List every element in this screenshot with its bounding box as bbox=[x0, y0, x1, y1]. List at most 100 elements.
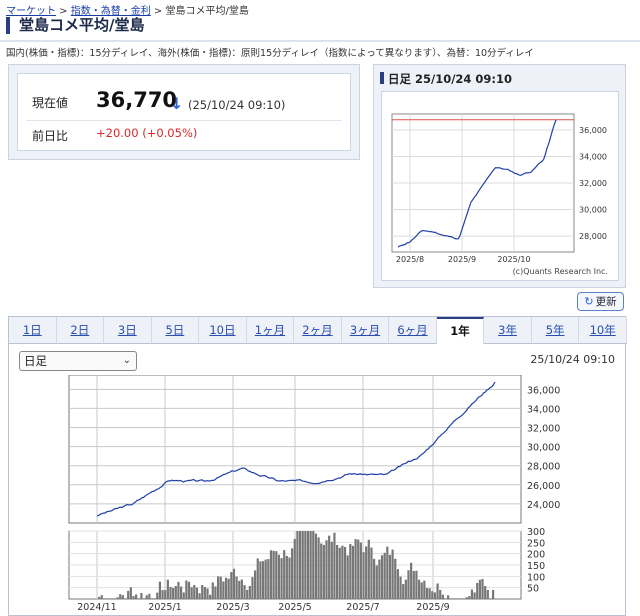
volume-bar bbox=[357, 539, 360, 599]
volume-bar bbox=[423, 580, 426, 599]
tab-10[interactable]: 3年 bbox=[484, 317, 532, 344]
volume-bar bbox=[269, 550, 273, 599]
tab-0[interactable]: 1日 bbox=[9, 317, 57, 344]
chevron-down-icon: ⌄ bbox=[122, 355, 131, 366]
volume-bar bbox=[380, 555, 384, 599]
price-y-tick-label: 32,000 bbox=[527, 424, 560, 435]
tab-9[interactable]: 1年 bbox=[436, 317, 485, 344]
volume-bar bbox=[100, 595, 103, 599]
quote-panel: 現在値 36,770 ↓ (25/10/24 09:10) 前日比 +20.00… bbox=[8, 64, 360, 160]
volume-bar bbox=[391, 549, 394, 599]
mini-y-tick-label: 28,000 bbox=[579, 232, 607, 241]
volume-bar bbox=[280, 558, 283, 599]
volume-bar bbox=[394, 558, 397, 599]
volume-bar bbox=[410, 562, 413, 599]
volume-bar bbox=[304, 531, 307, 599]
volume-bar bbox=[158, 581, 162, 599]
volume-bar bbox=[211, 582, 214, 599]
volume-bar bbox=[433, 592, 437, 599]
volume-bar bbox=[338, 547, 341, 599]
tab-8[interactable]: 6ヶ月 bbox=[389, 317, 437, 344]
volume-bar bbox=[325, 540, 328, 599]
volume-y-tick-label: 300 bbox=[527, 527, 545, 538]
volume-bar bbox=[119, 594, 122, 599]
tab-12[interactable]: 10年 bbox=[579, 317, 627, 344]
volume-bar bbox=[396, 569, 400, 599]
breadcrumb: マーケット > 指数・為替・金利 > 堂島コメ平均/堂島 bbox=[6, 2, 249, 17]
volume-bar bbox=[161, 590, 164, 599]
x-tick-label: 2025/7 bbox=[346, 602, 379, 613]
quote-timestamp: (25/10/24 09:10) bbox=[188, 98, 286, 112]
volume-bar bbox=[121, 595, 124, 599]
volume-bar bbox=[185, 580, 188, 599]
tab-3[interactable]: 5日 bbox=[151, 317, 200, 344]
volume-bar bbox=[116, 597, 119, 599]
price-y-tick-label: 30,000 bbox=[527, 443, 560, 454]
period-select-value: 日足 bbox=[24, 354, 47, 368]
volume-y-tick-label: 250 bbox=[527, 538, 545, 549]
volume-bar bbox=[454, 598, 458, 599]
tab-11[interactable]: 5年 bbox=[531, 317, 580, 344]
volume-y-tick-label: 50 bbox=[527, 584, 539, 595]
volume-bar bbox=[169, 586, 172, 599]
mini-chart-heading-text: 日足 25/10/24 09:10 bbox=[388, 72, 513, 86]
period-select[interactable]: 日足 ⌄ bbox=[19, 351, 137, 371]
volume-bar bbox=[473, 592, 476, 599]
tab-2[interactable]: 3日 bbox=[104, 317, 152, 344]
price-y-tick-label: 24,000 bbox=[527, 500, 560, 511]
volume-bar bbox=[129, 587, 132, 599]
volume-bar bbox=[462, 598, 466, 599]
price-y-tick-label: 28,000 bbox=[527, 462, 560, 473]
volume-y-tick-label: 200 bbox=[527, 550, 545, 561]
volume-bar bbox=[481, 578, 484, 599]
volume-bar bbox=[484, 586, 487, 599]
volume-bar bbox=[224, 577, 228, 599]
volume-bar bbox=[362, 552, 365, 599]
volume-bar bbox=[298, 531, 302, 599]
breadcrumb-current: 堂島コメ平均/堂島 bbox=[165, 6, 249, 17]
volume-bar bbox=[113, 598, 117, 599]
volume-bar bbox=[235, 576, 238, 599]
volume-bar bbox=[439, 589, 442, 599]
volume-bar bbox=[404, 579, 407, 599]
volume-bar bbox=[375, 565, 378, 599]
volume-y-tick-label: 150 bbox=[527, 561, 545, 572]
tab-1[interactable]: 2日 bbox=[56, 317, 105, 344]
tab-5[interactable]: 1ヶ月 bbox=[246, 317, 295, 344]
volume-bar bbox=[105, 598, 109, 599]
tab-4[interactable]: 10日 bbox=[199, 317, 247, 344]
volume-bar bbox=[148, 593, 151, 599]
price-y-tick-label: 34,000 bbox=[527, 404, 560, 415]
volume-bar bbox=[322, 544, 325, 599]
refresh-label: 更新 bbox=[595, 296, 617, 308]
quote-inner-box: 現在値 36,770 ↓ (25/10/24 09:10) 前日比 +20.00… bbox=[17, 73, 351, 151]
volume-bar bbox=[486, 589, 489, 599]
x-tick-label: 2025/5 bbox=[278, 602, 311, 613]
volume-bar bbox=[425, 588, 429, 599]
volume-bar bbox=[383, 552, 386, 599]
volume-bar bbox=[203, 587, 206, 599]
mini-chart-svg: 2025/8 2025/9 2025/10 28,000 30,000 32,000 34,… bbox=[391, 113, 608, 276]
volume-bar bbox=[142, 598, 146, 599]
volume-bar bbox=[219, 576, 222, 599]
volume-bar bbox=[306, 531, 310, 599]
volume-bar bbox=[227, 578, 230, 599]
volume-bar bbox=[370, 547, 373, 599]
volume-bar bbox=[277, 554, 281, 599]
volume-bar bbox=[264, 559, 267, 599]
volume-bar bbox=[402, 584, 405, 599]
refresh-button[interactable]: ↻ 更新 bbox=[577, 292, 624, 311]
quote-divider bbox=[26, 120, 342, 121]
current-price-value: 36,770 bbox=[96, 88, 178, 112]
tab-6[interactable]: 2ヶ月 bbox=[294, 317, 342, 344]
change-value: +20.00 (+0.05%) bbox=[96, 126, 198, 140]
volume-bar bbox=[457, 598, 460, 599]
volume-bar bbox=[399, 576, 402, 599]
volume-bar bbox=[420, 582, 423, 599]
refresh-icon: ↻ bbox=[584, 295, 594, 308]
volume-bar bbox=[209, 594, 212, 599]
volume-bar bbox=[447, 595, 450, 599]
volume-bar bbox=[166, 579, 169, 599]
volume-bar bbox=[179, 586, 183, 599]
tab-7[interactable]: 3ヶ月 bbox=[341, 317, 390, 344]
